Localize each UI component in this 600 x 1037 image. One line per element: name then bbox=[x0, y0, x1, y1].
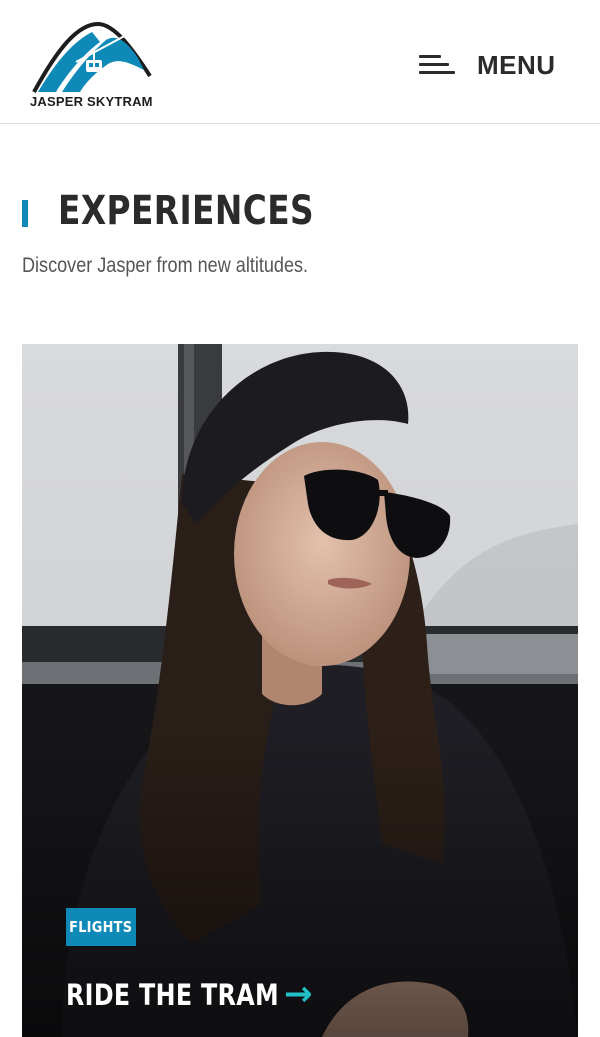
category-badge[interactable]: FLIGHTS bbox=[66, 908, 136, 946]
hamburger-menu-icon bbox=[419, 50, 457, 80]
jasper-skytram-logo[interactable]: JASPER SKYTRAM bbox=[28, 18, 160, 110]
arrow-right-icon[interactable]: → bbox=[284, 977, 313, 1011]
menu-button[interactable]: MENU bbox=[419, 48, 556, 82]
menu-label: MENU bbox=[477, 49, 556, 80]
section-subtitle: Discover Jasper from new altitudes. bbox=[22, 254, 309, 277]
card-title[interactable]: RIDE THE TRAM bbox=[66, 978, 279, 1012]
experience-card[interactable]: FLIGHTS RIDE THE TRAM → bbox=[22, 344, 578, 1037]
category-badge-label: FLIGHTS bbox=[69, 918, 133, 936]
site-header: JASPER SKYTRAM MENU bbox=[0, 0, 600, 124]
mountain-tram-logo-icon bbox=[32, 21, 152, 93]
section-title: EXPERIENCES bbox=[58, 188, 315, 234]
section-accent-bar bbox=[22, 200, 28, 227]
logo-text: JASPER SKYTRAM bbox=[30, 94, 153, 109]
